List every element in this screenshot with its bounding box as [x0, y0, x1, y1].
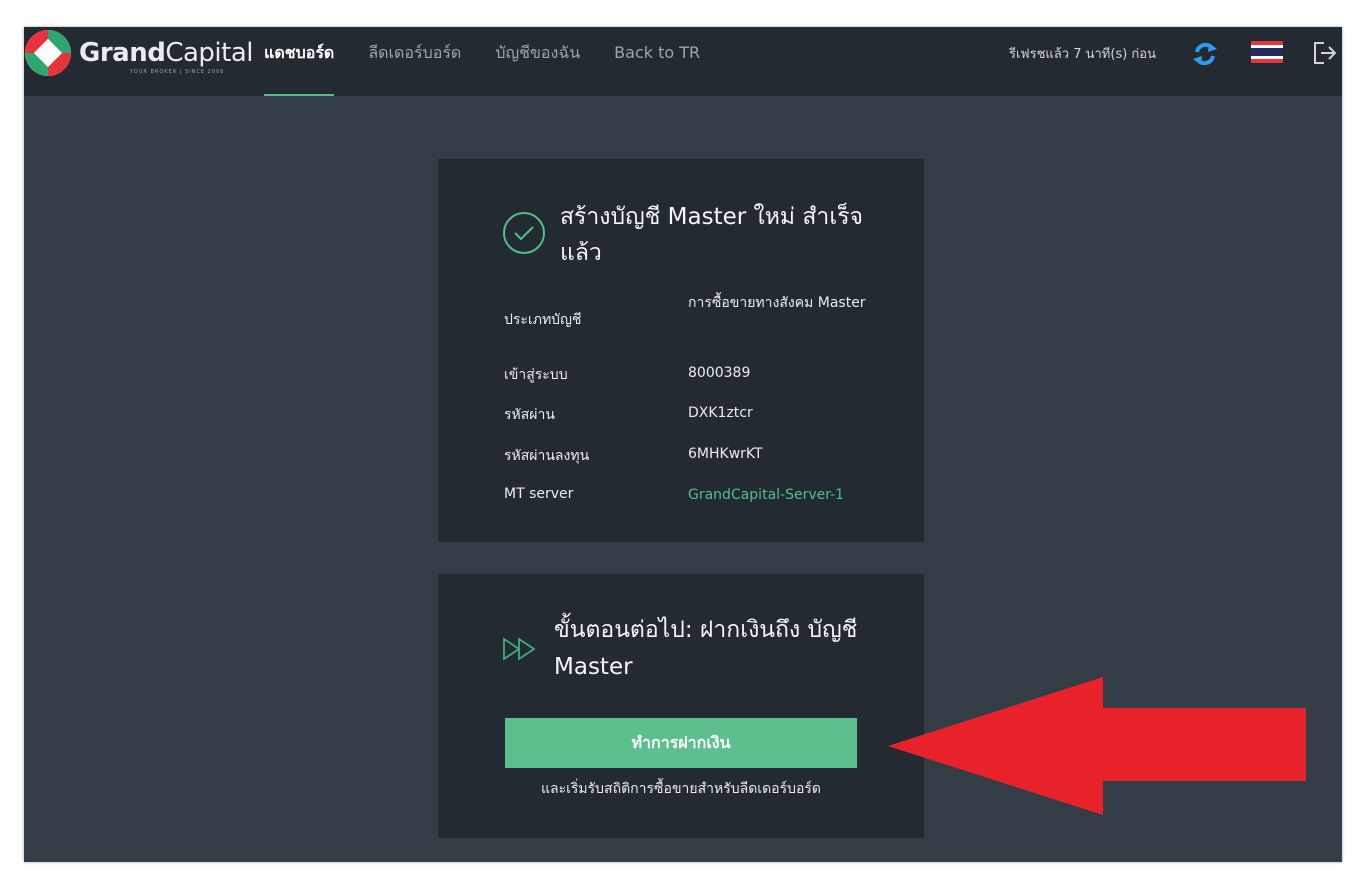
password-value: DXK1ztcr — [688, 405, 753, 421]
brand-name: GrandCapital — [79, 38, 254, 68]
investor-password-label: รหัสผ่านลงทุน — [504, 448, 590, 464]
fast-forward-icon — [503, 637, 536, 661]
account-created-title: สร้างบัญชี Master ใหม่ สำเร็จแล้ว — [560, 204, 864, 266]
next-step-card: ขั้นตอนต่อไป: ฝากเงินถึง บัญชี Master ทำ… — [438, 574, 924, 838]
brand-tagline: YOUR BROKER | SINCE 2006 — [130, 69, 225, 75]
mt-server-link[interactable]: GrandCapital-Server-1 — [688, 484, 878, 506]
check-circle-icon — [503, 212, 545, 254]
make-deposit-button[interactable]: ทำการฝากเงิน — [505, 718, 857, 768]
account-details: ประเภทบัญชี การซื้อขายทางสังคม Master เข… — [504, 289, 904, 517]
mt-server-label: MT server — [504, 486, 574, 502]
nav-dashboard[interactable]: แดชบอร์ด — [264, 27, 335, 96]
detail-row-mt-server: MT server GrandCapital-Server-1 — [504, 476, 904, 517]
top-navigation-bar: GrandCapital YOUR BROKER | SINCE 2006 แด… — [24, 27, 1342, 96]
detail-row-investor-password: รหัสผ่านลงทุน 6MHKwrKT — [504, 435, 904, 476]
thailand-flag-icon[interactable] — [1251, 41, 1283, 63]
refresh-icon[interactable] — [1190, 39, 1220, 69]
nav-leaderboard[interactable]: ลีดเดอร์บอร์ด — [368, 27, 461, 96]
detail-row-account-type: ประเภทบัญชี การซื้อขายทางสังคม Master — [504, 289, 904, 353]
deposit-note: และเริ่มรับสถิติการซื้อขายสำหรับลีดเดอร์… — [541, 781, 821, 797]
account-type-label: ประเภทบัญชี — [504, 312, 582, 328]
account-created-card: สร้างบัญชี Master ใหม่ สำเร็จแล้ว ประเภท… — [438, 159, 924, 542]
login-label: เข้าสู่ระบบ — [504, 367, 568, 383]
red-arrow-left-icon — [888, 677, 1306, 815]
password-label: รหัสผ่าน — [504, 407, 555, 423]
logout-icon[interactable] — [1312, 40, 1338, 66]
next-step-title: ขั้นตอนต่อไป: ฝากเงินถึง บัญชี Master — [554, 617, 858, 680]
detail-row-login: เข้าสู่ระบบ 8000389 — [504, 353, 904, 394]
grandcapital-logo-icon — [25, 30, 71, 76]
nav-back-to-tr[interactable]: Back to TR — [614, 27, 700, 96]
detail-row-password: รหัสผ่าน DXK1ztcr — [504, 394, 904, 435]
nav-my-accounts[interactable]: บัญชีของฉัน — [495, 27, 580, 96]
refresh-status: รีเฟรชแล้ว 7 นาที(s) ก่อน — [1009, 47, 1156, 62]
grandcapital-logo[interactable]: GrandCapital YOUR BROKER | SINCE 2006 — [24, 29, 254, 79]
investor-password-value: 6MHKwrKT — [688, 446, 763, 462]
account-type-value: การซื้อขายทางสังคม Master — [688, 295, 866, 311]
login-value: 8000389 — [688, 365, 751, 381]
main-nav: แดชบอร์ด ลีดเดอร์บอร์ด บัญชีของฉัน Back … — [264, 27, 734, 96]
